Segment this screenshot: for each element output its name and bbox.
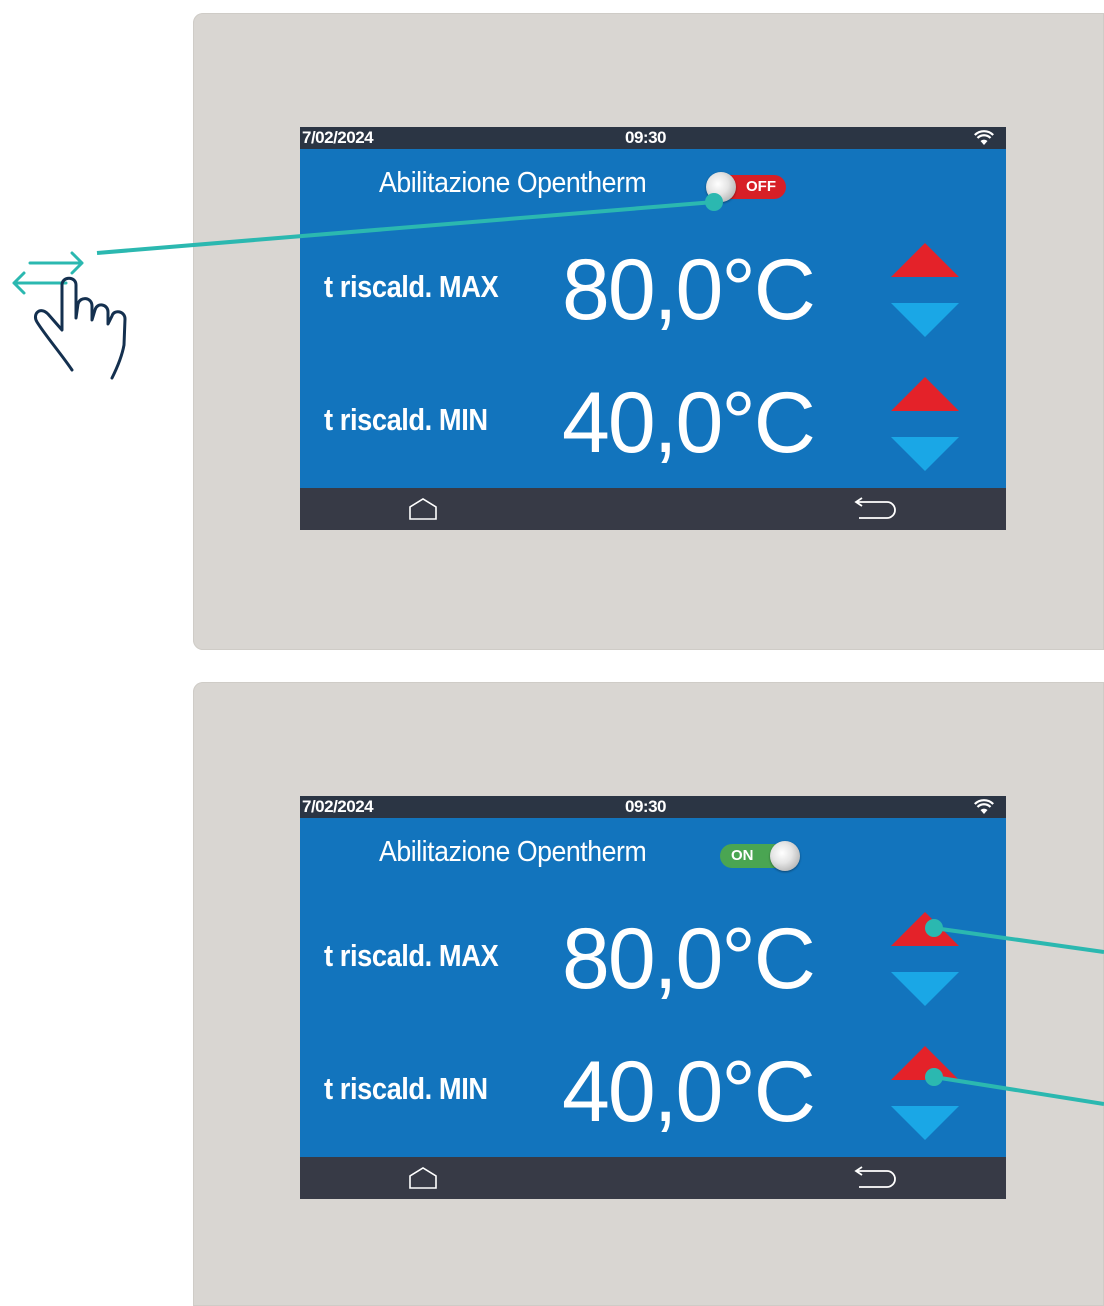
- swipe-hand-icon: [12, 251, 127, 380]
- callout-line-min-up: [925, 1068, 1104, 1106]
- callout-line-toggle: [96, 193, 723, 255]
- callout-line-max-up: [925, 919, 1104, 954]
- annotation-overlay: [12, 193, 1104, 1106]
